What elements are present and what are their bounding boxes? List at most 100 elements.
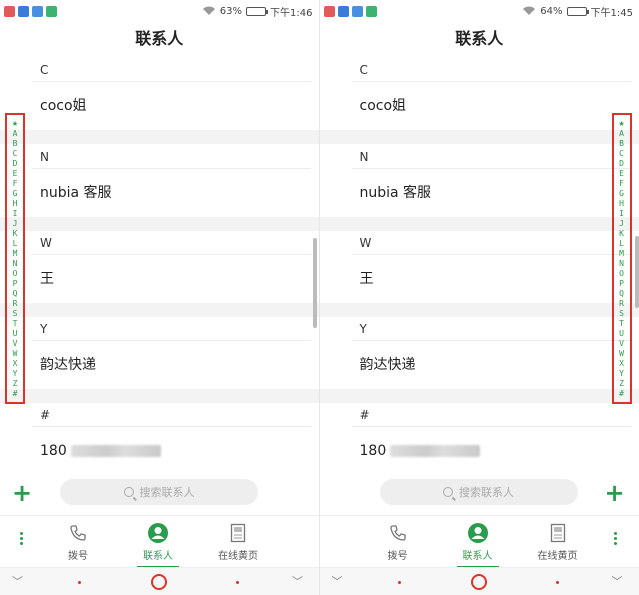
chevron-down-icon[interactable]: ﹀: [612, 572, 623, 592]
app-notification-icon: [18, 5, 29, 17]
scrollbar[interactable]: [634, 236, 639, 308]
index-letter[interactable]: Y: [13, 369, 18, 379]
tab-yellow-pages[interactable]: 在线黄页: [523, 522, 593, 562]
tab-dialer[interactable]: 拨号: [363, 522, 433, 562]
index-letter[interactable]: Q: [13, 289, 18, 299]
index-letter[interactable]: H: [13, 199, 18, 209]
search-bar[interactable]: 搜索联系人: [60, 479, 258, 505]
tab-yellow-pages[interactable]: 在线黄页: [203, 522, 273, 562]
index-letter[interactable]: V: [13, 339, 18, 349]
index-star-item[interactable]: ★: [12, 118, 18, 129]
back-button[interactable]: [397, 581, 401, 584]
home-button[interactable]: [470, 574, 487, 590]
index-letter[interactable]: X: [619, 359, 624, 369]
index-letter[interactable]: D: [13, 159, 18, 169]
index-letter[interactable]: P: [619, 279, 624, 289]
back-button[interactable]: [78, 581, 81, 584]
index-letter[interactable]: W: [13, 349, 18, 359]
index-letter[interactable]: E: [13, 169, 18, 179]
index-letter[interactable]: R: [13, 299, 18, 309]
index-letter[interactable]: O: [619, 269, 624, 279]
app-notification-icon: [351, 5, 363, 17]
contact-item[interactable]: nubia 客服: [0, 171, 319, 215]
index-letter[interactable]: A: [619, 129, 624, 139]
index-letter[interactable]: R: [619, 299, 624, 309]
index-letter[interactable]: #: [13, 389, 18, 399]
section-divider: [0, 217, 319, 231]
index-letter[interactable]: A: [13, 129, 18, 139]
index-letter[interactable]: M: [13, 249, 18, 259]
recents-button[interactable]: [555, 581, 559, 584]
contact-item[interactable]: coco姐: [0, 84, 319, 128]
contact-item[interactable]: 180: [0, 429, 319, 470]
index-letter[interactable]: L: [13, 239, 18, 249]
index-letter[interactable]: K: [619, 229, 624, 239]
index-letter[interactable]: #: [619, 389, 624, 399]
contact-list[interactable]: C coco姐 N nubia 客服 W 王 Y 韵达快递 # 180: [319, 58, 639, 470]
index-letter[interactable]: T: [13, 319, 18, 329]
chevron-down-icon[interactable]: ﹀: [332, 572, 343, 592]
index-letter[interactable]: F: [619, 179, 624, 189]
scrollbar[interactable]: [313, 238, 317, 328]
home-button[interactable]: [151, 574, 167, 590]
add-contact-button[interactable]: +: [605, 479, 625, 507]
index-letter[interactable]: P: [13, 279, 18, 289]
index-letter[interactable]: Q: [619, 289, 624, 299]
index-letter[interactable]: J: [619, 219, 624, 229]
index-letter[interactable]: J: [13, 219, 18, 229]
contact-item[interactable]: coco姐: [320, 84, 639, 128]
index-letter[interactable]: T: [619, 319, 624, 329]
alphabet-index[interactable]: ★ A B C D E F G H I J K L M N O P Q R S T U V W X Y Z #: [611, 113, 632, 404]
index-letter[interactable]: O: [13, 269, 18, 279]
index-letter[interactable]: W: [619, 349, 624, 359]
index-letter[interactable]: I: [619, 209, 624, 219]
index-letter[interactable]: C: [13, 149, 18, 159]
index-letter[interactable]: I: [13, 209, 18, 219]
more-options-icon[interactable]: [16, 532, 26, 545]
chevron-down-icon[interactable]: ﹀: [292, 572, 303, 592]
index-letter[interactable]: M: [619, 249, 624, 259]
index-letter[interactable]: L: [619, 239, 624, 249]
index-letter[interactable]: H: [619, 199, 624, 209]
index-letter[interactable]: K: [13, 229, 18, 239]
search-bar[interactable]: 搜索联系人: [379, 479, 578, 505]
alphabet-index[interactable]: ★ A B C D E F G H I J K L M N O P Q R S T U V W X Y Z #: [5, 113, 25, 404]
index-letter[interactable]: G: [13, 189, 18, 199]
index-letter[interactable]: U: [13, 329, 18, 339]
contact-item[interactable]: 韵达快递: [0, 343, 319, 387]
index-letter[interactable]: V: [619, 339, 624, 349]
index-letter[interactable]: B: [619, 139, 624, 149]
index-letter[interactable]: D: [619, 159, 624, 169]
index-letter[interactable]: G: [619, 189, 624, 199]
index-star-item[interactable]: ★: [618, 118, 624, 129]
contact-item[interactable]: 王: [320, 257, 639, 301]
index-letter[interactable]: Z: [619, 379, 624, 389]
index-letter[interactable]: N: [619, 259, 624, 269]
contact-item[interactable]: 王: [0, 257, 319, 301]
index-letter[interactable]: E: [619, 169, 624, 179]
contact-item[interactable]: 180: [320, 429, 639, 470]
contact-list[interactable]: C coco姐 N nubia 客服 W 王 Y 韵达快递 # 180: [0, 58, 319, 470]
contact-item[interactable]: nubia 客服: [320, 171, 639, 215]
section-header: #: [0, 403, 319, 427]
more-options-icon[interactable]: [611, 532, 621, 545]
index-letter[interactable]: Y: [619, 369, 624, 379]
index-letter[interactable]: F: [13, 179, 18, 189]
contact-item[interactable]: 韵达快递: [320, 343, 639, 387]
index-letter[interactable]: Z: [13, 379, 18, 389]
chevron-down-icon[interactable]: ﹀: [12, 572, 23, 592]
status-bar: 63% 下午1:46: [0, 0, 319, 22]
index-letter[interactable]: B: [13, 139, 18, 149]
index-letter[interactable]: S: [619, 309, 624, 319]
index-letter[interactable]: S: [13, 309, 18, 319]
tab-contacts[interactable]: 联系人: [123, 522, 193, 568]
index-letter[interactable]: C: [619, 149, 624, 159]
add-contact-button[interactable]: +: [12, 479, 32, 507]
index-letter[interactable]: X: [13, 359, 18, 369]
redacted-number: [70, 445, 161, 457]
tab-dialer[interactable]: 拨号: [43, 522, 113, 562]
recents-button[interactable]: [236, 581, 239, 584]
tab-contacts[interactable]: 联系人: [443, 522, 513, 568]
index-letter[interactable]: U: [619, 329, 624, 339]
index-letter[interactable]: N: [13, 259, 18, 269]
